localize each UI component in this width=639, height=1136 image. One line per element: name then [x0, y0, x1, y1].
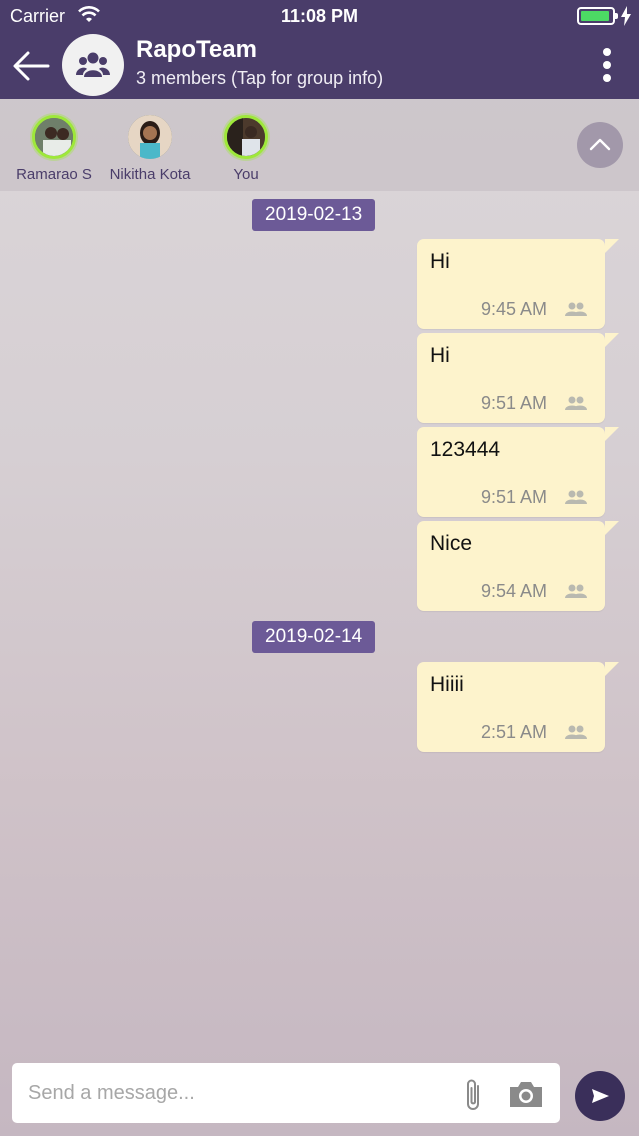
message-input[interactable]: [28, 1063, 448, 1123]
message-time: 9:51 AM: [480, 393, 547, 413]
group-read-icon: [565, 490, 587, 504]
group-avatar[interactable]: [62, 34, 124, 96]
member-you[interactable]: You: [196, 115, 296, 183]
status-bar: Carrier 11:08 PM: [0, 0, 639, 32]
back-arrow-icon[interactable]: [10, 46, 52, 86]
message-text: Hiiii: [430, 673, 464, 696]
group-icon: [76, 52, 110, 77]
message-text: 123444: [430, 438, 501, 461]
message-time: 9:45 AM: [480, 299, 547, 319]
member-name: Ramarao S: [16, 166, 92, 183]
message-bubble[interactable]: Hi 9:51 AM: [417, 333, 619, 423]
member-name: You: [233, 166, 259, 183]
chat-title[interactable]: RapoTeam: [136, 36, 257, 64]
chevron-up-icon: [589, 138, 611, 151]
group-read-icon: [565, 396, 587, 410]
group-read-icon: [565, 584, 587, 598]
message-bubble[interactable]: Hi 9:45 AM: [417, 239, 619, 329]
camera-icon[interactable]: [507, 1079, 545, 1109]
message-bubble[interactable]: Nice 9:54 AM: [417, 521, 619, 611]
message-bubble[interactable]: Hiiii 2:51 AM: [417, 662, 619, 752]
message-bubble[interactable]: 123444 9:51 AM: [417, 427, 619, 517]
message-time: 9:54 AM: [480, 581, 547, 601]
send-button[interactable]: [575, 1071, 625, 1121]
status-time: 11:08 PM: [280, 6, 359, 26]
battery-icon: [577, 7, 618, 25]
date-separator: 2019-02-13: [252, 199, 376, 231]
message-time: 9:51 AM: [480, 487, 547, 507]
more-vertical-icon[interactable]: [596, 46, 620, 84]
paperclip-icon[interactable]: [462, 1077, 484, 1113]
avatar: [32, 115, 76, 159]
app-header: Carrier 11:08 PM RapoTeam 3 members (Tap…: [0, 0, 639, 99]
avatar: [128, 115, 172, 159]
message-composer: [12, 1063, 560, 1123]
member-ramarao[interactable]: Ramarao S: [4, 115, 104, 183]
send-icon: [592, 1089, 609, 1103]
message-time: 2:51 AM: [480, 722, 547, 742]
charging-icon: [621, 6, 631, 26]
date-separator: 2019-02-14: [252, 621, 376, 653]
members-strip: Ramarao S Nikitha Kota You: [0, 99, 639, 191]
group-read-icon: [565, 302, 587, 316]
group-read-icon: [565, 725, 587, 739]
member-name: Nikitha Kota: [109, 166, 191, 183]
message-text: Hi: [430, 250, 450, 273]
collapse-members-button[interactable]: [577, 122, 623, 168]
message-text: Hi: [430, 344, 450, 367]
avatar: [224, 115, 268, 159]
message-text: Nice: [430, 532, 473, 555]
member-nikitha[interactable]: Nikitha Kota: [100, 115, 200, 183]
chat-subtitle[interactable]: 3 members (Tap for group info): [136, 68, 383, 89]
